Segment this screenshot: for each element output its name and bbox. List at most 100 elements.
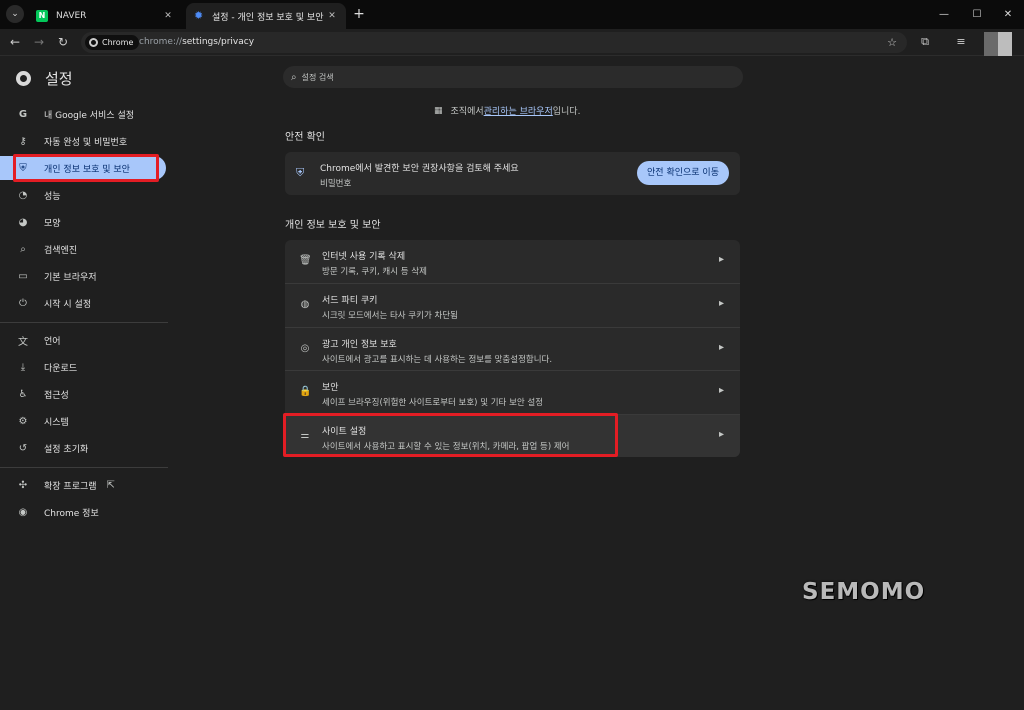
- sidebar-item-reset[interactable]: ↺ 설정 초기화: [0, 436, 166, 460]
- sidebar-item-appearance[interactable]: ◕ 모양: [0, 210, 166, 234]
- sidebar-item-label: 자동 완성 및 비밀번호: [44, 137, 128, 148]
- tab-naver[interactable]: N NAVER ✕: [28, 3, 182, 29]
- managed-browser-link[interactable]: 관리하는 브라우저: [484, 104, 553, 117]
- extensions-puzzle-icon[interactable]: ⧉: [916, 33, 934, 51]
- reload-button[interactable]: ↻: [54, 33, 72, 51]
- sidebar-item-autofill[interactable]: ⚷ 자동 완성 및 비밀번호: [0, 129, 166, 153]
- chrome-icon: ◉: [18, 506, 28, 518]
- row-subtitle: 사이트에서 사용하고 표시할 수 있는 정보(위치, 카메라, 팝업 등) 제어: [322, 442, 570, 452]
- sidebar-item-label: 시스템: [44, 417, 69, 428]
- row-subtitle: 방문 기록, 쿠키, 캐시 등 삭제: [322, 267, 427, 277]
- sidebar-item-label: 확장 프로그램: [44, 481, 97, 492]
- address-bar[interactable]: Chrome chrome://settings/privacy ☆: [81, 32, 907, 53]
- shield-icon: ⛨: [19, 162, 27, 174]
- wrench-icon: ⚙: [18, 415, 28, 427]
- row-site-settings[interactable]: ⚌ 사이트 설정 사이트에서 사용하고 표시할 수 있는 정보(위치, 카메라, …: [285, 414, 740, 457]
- safety-title: Chrome에서 발견한 보안 권장사항을 검토해 주세요: [320, 164, 519, 174]
- managed-text: 조직에서: [450, 107, 484, 117]
- sidebar-item-search-engine[interactable]: ⌕ 검색엔진: [0, 237, 166, 261]
- sidebar-item-label: 다운로드: [44, 363, 78, 374]
- sidebar-item-label: Chrome 정보: [44, 508, 99, 519]
- sidebar-item-languages[interactable]: 文 언어: [0, 328, 166, 352]
- speedometer-icon: ◔: [18, 189, 28, 201]
- safety-subtitle: 비밀번호: [320, 179, 352, 189]
- tab-title: 설정 - 개인 정보 보호 및 보안: [212, 12, 324, 23]
- chevron-right-icon: ▸: [718, 385, 724, 396]
- reading-list-icon[interactable]: ≡: [952, 33, 970, 51]
- sidebar-item-performance[interactable]: ◔ 성능: [0, 183, 166, 207]
- row-security[interactable]: 🔒 보안 세이프 브라우징(위험한 사이트로부터 보호) 및 기타 보안 설정 ▸: [285, 370, 740, 413]
- row-title: 사이트 설정: [322, 427, 367, 437]
- chrome-logo-icon: [16, 71, 31, 86]
- sidebar-item-on-startup[interactable]: ⏻ 시작 시 설정: [0, 291, 166, 315]
- settings-brand: 설정: [16, 68, 73, 89]
- palette-icon: ◕: [18, 216, 28, 228]
- shield-icon: ⛨: [296, 166, 305, 179]
- sidebar-item-privacy[interactable]: ⛨ 개인 정보 보호 및 보안: [0, 156, 166, 180]
- power-icon: ⏻: [19, 297, 27, 309]
- reset-icon: ↺: [18, 442, 28, 454]
- sidebar-item-google-services[interactable]: G 내 Google 서비스 설정: [0, 102, 166, 126]
- tab-settings[interactable]: ✹ 설정 - 개인 정보 보호 및 보안 ✕: [186, 3, 346, 29]
- row-ad-privacy[interactable]: ◎ 광고 개인 정보 보호 사이트에서 광고를 표시하는 데 사용하는 정보를 맞…: [285, 327, 740, 370]
- sidebar: 설정 G 내 Google 서비스 설정 ⚷ 자동 완성 및 비밀번호 ⛨ 개인 정보…: [0, 56, 170, 710]
- sidebar-item-label: 내 Google 서비스 설정: [44, 110, 135, 121]
- naver-favicon-icon: N: [36, 10, 48, 22]
- row-subtitle: 사이트에서 광고를 표시하는 데 사용하는 정보를 맞춤설정합니다.: [322, 355, 553, 365]
- sidebar-item-label: 접근성: [44, 390, 69, 401]
- close-window-button[interactable]: ✕: [988, 0, 1024, 29]
- row-third-party-cookies[interactable]: ◍ 서드 파티 쿠키 시크릿 모드에서는 타사 쿠키가 차단됨 ▸: [285, 283, 740, 326]
- chrome-icon: [89, 38, 98, 47]
- tab-search-button[interactable]: ⌄: [6, 5, 24, 23]
- search-icon: ⌕: [291, 71, 297, 83]
- row-title: 인터넷 사용 기록 삭제: [322, 252, 406, 262]
- sidebar-item-extensions[interactable]: ✣ 확장 프로그램 ⇱: [0, 473, 166, 497]
- close-icon[interactable]: ✕: [326, 11, 338, 21]
- sidebar-divider: [0, 322, 168, 323]
- sidebar-item-downloads[interactable]: ⤓ 다운로드: [0, 355, 166, 379]
- accessibility-icon: ♿: [18, 388, 28, 400]
- toolbar: ← → ↻ Chrome chrome://settings/privacy ☆…: [0, 29, 1024, 56]
- chevron-right-icon: ▸: [718, 298, 724, 309]
- url-path: settings/privacy: [182, 37, 255, 47]
- puzzle-icon: ✣: [18, 479, 28, 491]
- row-subtitle: 세이프 브라우징(위험한 사이트로부터 보호) 및 기타 보안 설정: [322, 398, 544, 408]
- back-button[interactable]: ←: [6, 33, 24, 51]
- sidebar-item-default-browser[interactable]: ▭ 기본 브라우저: [0, 264, 166, 288]
- sidebar-item-label: 설정 초기화: [44, 444, 89, 455]
- search-input[interactable]: [301, 72, 702, 82]
- row-clear-browsing-data[interactable]: 🗑 인터넷 사용 기록 삭제방문 기록, 쿠키, 캐시 등 삭제 ▸: [285, 240, 740, 283]
- translate-icon: 文: [18, 336, 28, 348]
- trash-icon: 🗑: [299, 255, 312, 266]
- tab-strip: ⌄ N NAVER ✕ ✹ 설정 - 개인 정보 보호 및 보안 ✕ + — ☐…: [0, 0, 1024, 29]
- settings-search[interactable]: ⌕: [283, 66, 743, 88]
- sidebar-item-label: 성능: [44, 191, 61, 202]
- avatar-secondary[interactable]: [998, 32, 1012, 56]
- safety-check-card: ⛨ Chrome에서 발견한 보안 권장사항을 검토해 주세요 비밀번호 안전 …: [285, 152, 740, 195]
- building-icon: ▦: [434, 105, 443, 116]
- site-info-chip[interactable]: Chrome: [85, 35, 140, 50]
- page-title: 설정: [45, 70, 73, 88]
- sidebar-item-accessibility[interactable]: ♿ 접근성: [0, 382, 166, 406]
- section-title-safety: 안전 확인: [285, 132, 325, 143]
- chevron-right-icon: ▸: [718, 342, 724, 353]
- chevron-right-icon: ▸: [718, 429, 724, 440]
- watermark: SEMOMO: [802, 579, 926, 605]
- gear-icon: ✹: [194, 9, 204, 22]
- google-icon: G: [18, 108, 28, 120]
- close-icon[interactable]: ✕: [162, 11, 174, 21]
- managed-browser-notice: ▦ 조직에서 관리하는 브라우저 입니다.: [434, 104, 580, 118]
- forward-button[interactable]: →: [30, 33, 48, 51]
- sidebar-item-system[interactable]: ⚙ 시스템: [0, 409, 166, 433]
- avatar[interactable]: [984, 32, 998, 56]
- row-title: 서드 파티 쿠키: [322, 296, 378, 306]
- safety-check-button[interactable]: 안전 확인으로 이동: [637, 161, 729, 185]
- url-text[interactable]: chrome://settings/privacy: [139, 32, 254, 53]
- chevron-right-icon: ▸: [718, 254, 724, 265]
- download-icon: ⤓: [20, 361, 26, 373]
- bookmark-star-icon[interactable]: ☆: [887, 32, 897, 53]
- url-scheme: chrome://: [139, 37, 183, 47]
- privacy-settings-card: 🗑 인터넷 사용 기록 삭제방문 기록, 쿠키, 캐시 등 삭제 ▸ ◍ 서드 …: [285, 240, 740, 457]
- sidebar-item-about-chrome[interactable]: ◉ Chrome 정보: [0, 500, 166, 524]
- new-tab-button[interactable]: +: [350, 5, 368, 23]
